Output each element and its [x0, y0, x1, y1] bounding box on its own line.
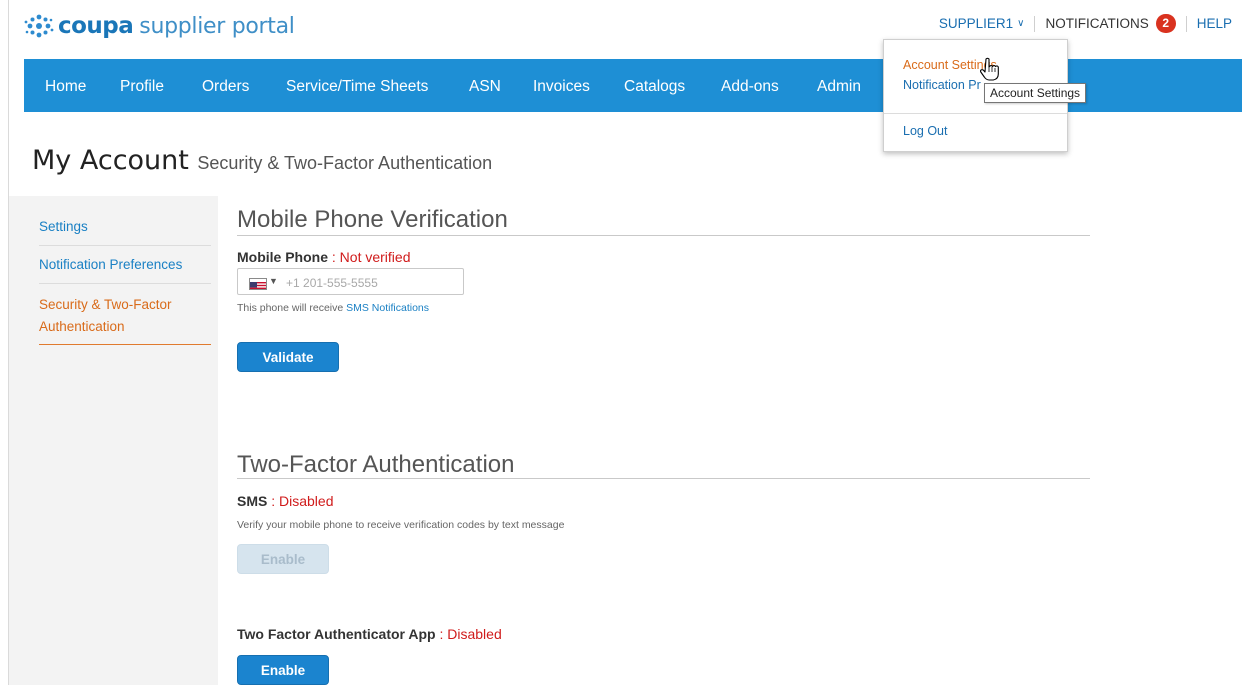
sidebar-active-underline: [39, 344, 211, 345]
authenticator-app-label: Two Factor Authenticator App : Disabled: [237, 626, 502, 642]
us-flag-icon[interactable]: [249, 278, 267, 290]
caret-down-icon[interactable]: ▼: [269, 276, 278, 286]
nav-item-catalogs[interactable]: Catalogs: [624, 78, 685, 96]
sms-notifications-link[interactable]: SMS Notifications: [346, 302, 429, 314]
logo-subtitle-text: supplier portal: [139, 13, 295, 39]
sidebar-divider: [39, 283, 211, 284]
top-right-menu: SUPPLIER1 ∨ NOTIFICATIONS 2 HELP: [929, 14, 1242, 33]
nav-item-home[interactable]: Home: [45, 78, 86, 96]
mobile-phone-field: ▼: [237, 268, 464, 295]
dropdown-item-log-out[interactable]: Log Out: [903, 124, 947, 138]
sidebar-item-security[interactable]: Security & Two-Factor Authentication: [39, 294, 199, 338]
authenticator-app-enable-button[interactable]: Enable: [237, 655, 329, 685]
notifications-label: NOTIFICATIONS: [1045, 16, 1149, 31]
sms-label-text: SMS: [237, 493, 268, 509]
mobile-phone-label-text: Mobile Phone: [237, 249, 328, 265]
dropdown-item-notification-preferences[interactable]: Notification Pr: [903, 78, 981, 92]
mobile-phone-help-text: This phone will receive SMS Notification…: [237, 302, 429, 314]
user-menu-label: SUPPLIER1: [938, 16, 1014, 31]
section-divider: [237, 235, 1090, 236]
sidebar-divider: [39, 245, 211, 246]
sms-label: SMS : Disabled: [237, 493, 334, 509]
nav-item-asn[interactable]: ASN: [469, 78, 501, 96]
mobile-phone-label: Mobile Phone : Not verified: [237, 249, 410, 265]
nav-item-invoices[interactable]: Invoices: [533, 78, 590, 96]
account-settings-tooltip: Account Settings: [984, 83, 1087, 103]
authenticator-app-status: Disabled: [447, 626, 502, 642]
label-separator: :: [328, 249, 340, 265]
sms-enable-button[interactable]: Enable: [237, 544, 329, 574]
nav-item-service-time-sheets[interactable]: Service/Time Sheets: [286, 78, 428, 96]
logo-brand-text: coupa: [58, 13, 134, 39]
coupa-logo-icon: [24, 14, 54, 38]
notifications-count-badge: 2: [1155, 14, 1176, 33]
page-title-subtitle: Security & Two-Factor Authentication: [197, 153, 493, 173]
two-factor-heading: Two-Factor Authentication: [237, 451, 515, 478]
section-divider: [237, 478, 1090, 479]
mobile-phone-status: Not verified: [339, 249, 411, 265]
label-separator: :: [267, 493, 280, 509]
account-sidebar: Settings Notification Preferences Securi…: [9, 196, 218, 685]
coupa-logo[interactable]: coupa supplier portal: [24, 9, 295, 43]
help-label: HELP: [1196, 16, 1232, 31]
hand-cursor-icon: [980, 57, 999, 81]
nav-item-profile[interactable]: Profile: [120, 78, 164, 96]
validate-button[interactable]: Validate: [237, 342, 339, 372]
label-separator: :: [435, 626, 448, 642]
page-title: My Account Security & Two-Factor Authent…: [32, 145, 492, 176]
sidebar-item-settings[interactable]: Settings: [39, 216, 211, 238]
notifications-link[interactable]: NOTIFICATIONS 2: [1035, 14, 1185, 33]
mobile-verification-heading: Mobile Phone Verification: [237, 206, 508, 233]
sms-help-text: Verify your mobile phone to receive veri…: [237, 519, 565, 531]
help-link[interactable]: HELP: [1187, 16, 1242, 31]
help-prefix: This phone will receive: [237, 302, 347, 314]
sms-status: Disabled: [279, 493, 334, 509]
mobile-phone-input[interactable]: [284, 273, 458, 293]
authenticator-app-label-text: Two Factor Authenticator App: [237, 626, 436, 642]
nav-item-orders[interactable]: Orders: [202, 78, 249, 96]
chevron-down-icon: ∨: [1017, 18, 1025, 29]
nav-item-add-ons[interactable]: Add-ons: [721, 78, 779, 96]
nav-item-admin[interactable]: Admin: [817, 78, 861, 96]
user-menu-toggle[interactable]: SUPPLIER1 ∨: [929, 16, 1035, 31]
page-title-main: My Account: [32, 145, 189, 176]
sidebar-item-notification-preferences[interactable]: Notification Preferences: [39, 254, 211, 276]
dropdown-divider: [884, 113, 1067, 114]
